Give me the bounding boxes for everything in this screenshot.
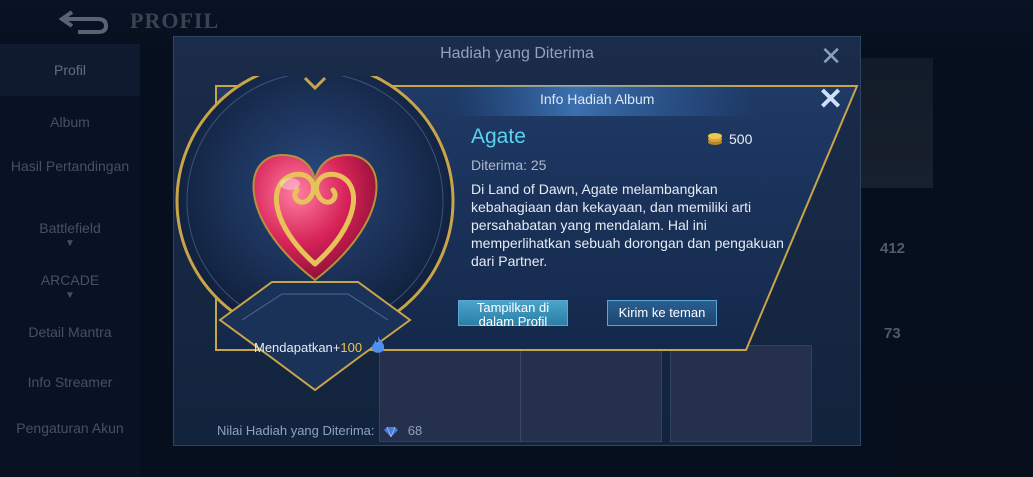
diamond-icon — [384, 426, 399, 437]
earn-points-value: 100 — [340, 340, 363, 355]
earn-label-text: Mendapatkan+ — [254, 340, 341, 355]
received-count: Diterima: 25 — [471, 157, 547, 173]
gift-dialog-title: Hadiah yang Diterima — [440, 45, 594, 62]
gift-value-label: Nilai Hadiah yang Diterima: — [217, 423, 375, 438]
earn-points-label: Mendapatkan+100 — [254, 340, 362, 355]
show-in-profile-button[interactable]: Tampilkan di dalam Profil — [458, 300, 568, 329]
item-price: 500 — [729, 131, 753, 147]
flame-icon — [371, 336, 385, 353]
gift-value-number: 68 — [407, 423, 423, 438]
gift-slot[interactable] — [670, 345, 812, 442]
item-description: Di Land of Dawn, Agate melambangkan keba… — [471, 181, 784, 269]
close-icon[interactable]: ✕ — [820, 41, 842, 72]
info-popup-title: Info Hadiah Album — [540, 91, 655, 107]
coin-icon — [708, 133, 722, 145]
gift-slot[interactable] — [520, 345, 662, 442]
item-name: Agate — [471, 125, 526, 148]
gift-value-footer: Nilai Hadiah yang Diterima: 68 — [217, 423, 422, 438]
close-icon[interactable]: ✕ — [818, 82, 843, 117]
send-to-friend-button[interactable]: Kirim ke teman — [607, 300, 717, 326]
